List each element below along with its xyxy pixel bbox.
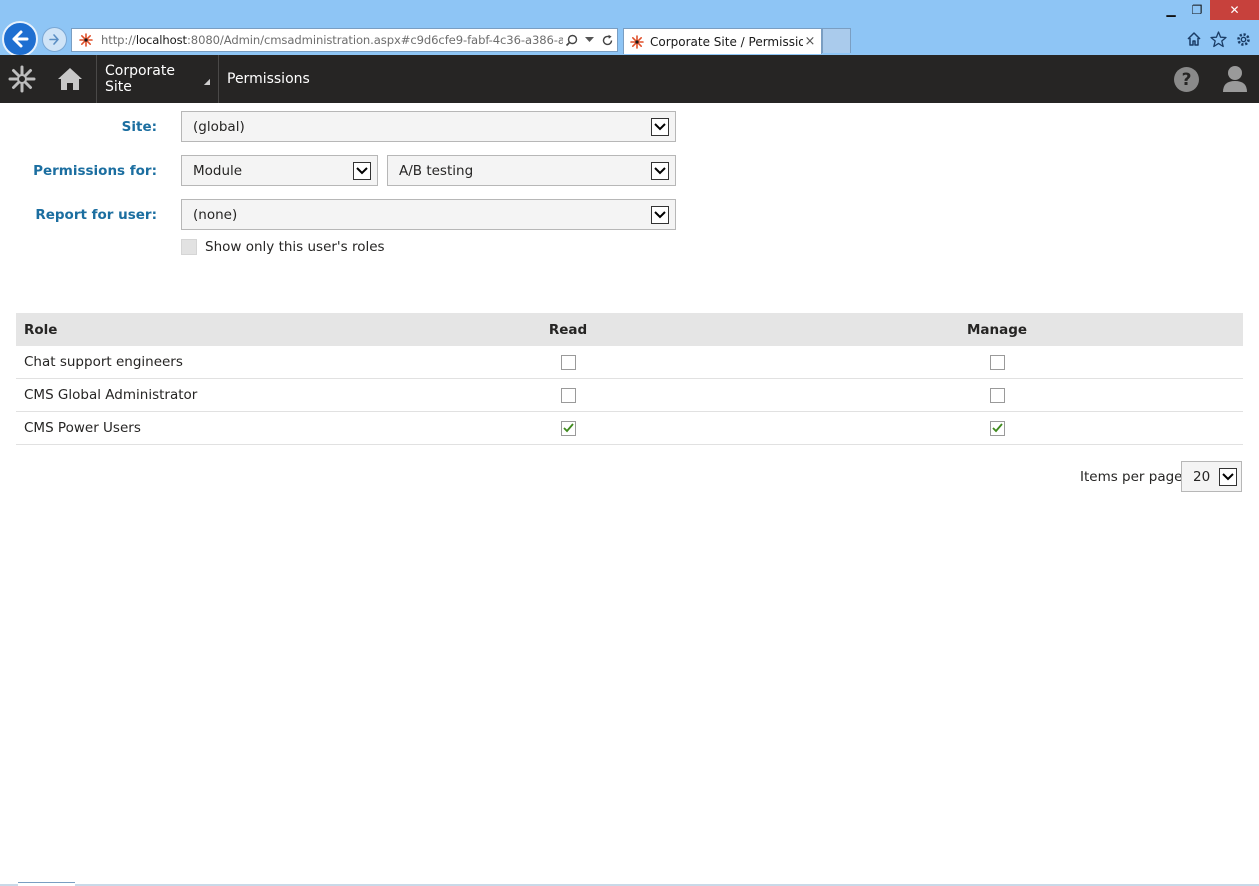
read-cell	[446, 387, 690, 403]
kentico-favicon-icon	[79, 33, 93, 47]
column-header-read: Read	[548, 321, 588, 338]
favorites-star-icon[interactable]	[1208, 29, 1228, 49]
manage-cell	[875, 420, 1119, 436]
site-select[interactable]: (global)	[181, 111, 676, 142]
caret-down-icon: ◢	[203, 76, 210, 86]
column-header-manage: Manage	[966, 321, 1028, 338]
items-per-page-value: 20	[1193, 468, 1211, 485]
address-url: http://localhost:8080/Admin/cmsadministr…	[101, 33, 563, 47]
role-name: Chat support engineers	[24, 354, 183, 370]
tab-title: Corporate Site / Permissions	[650, 34, 803, 49]
back-button[interactable]	[2, 21, 38, 57]
table-row: CMS Power Users	[16, 412, 1243, 445]
address-bar[interactable]: http://localhost:8080/Admin/cmsadministr…	[71, 28, 618, 52]
forward-button[interactable]	[42, 27, 67, 52]
report-user-value: (none)	[193, 206, 238, 223]
site-select-value: (global)	[193, 118, 245, 135]
search-icon[interactable]	[563, 32, 579, 48]
status-tab	[18, 882, 75, 886]
browser-tab-active[interactable]: Corporate Site / Permissions ×	[623, 28, 822, 54]
report-user-select[interactable]: (none)	[181, 199, 676, 230]
browser-chrome: http://localhost:8080/Admin/cmsadministr…	[0, 0, 1259, 57]
role-name: CMS Power Users	[24, 420, 141, 436]
refresh-icon[interactable]	[599, 32, 615, 48]
app-title[interactable]: Permissions	[219, 55, 318, 103]
window-minimize-button[interactable]: ▁	[1158, 0, 1184, 20]
read-cell	[446, 420, 690, 436]
permissions-grid: Role Read Manage Chat support engineers C…	[16, 313, 1243, 445]
kentico-favicon-icon	[630, 34, 644, 49]
read-cell	[446, 354, 690, 370]
tab-close-icon[interactable]: ×	[803, 34, 817, 49]
show-only-user-roles-checkbox[interactable]	[181, 239, 197, 255]
read-permission-checkbox[interactable]	[560, 420, 576, 436]
chevron-down-icon	[353, 161, 371, 180]
show-only-user-roles-label: Show only this user's roles	[205, 239, 385, 255]
arrow-right-icon	[49, 34, 59, 45]
permissions-for-label: Permissions for:	[33, 163, 157, 179]
chevron-down-icon	[1219, 467, 1237, 486]
manage-permission-checkbox[interactable]	[989, 420, 1005, 436]
manage-cell	[875, 387, 1119, 403]
site-label: Site:	[121, 119, 157, 135]
site-selector[interactable]: Corporate Site ◢	[97, 55, 218, 103]
manage-cell	[875, 354, 1119, 370]
chevron-down-icon	[651, 205, 669, 224]
dropdown-arrow-icon[interactable]	[581, 32, 597, 48]
home-icon[interactable]	[1184, 29, 1204, 49]
column-header-role: Role	[24, 321, 58, 338]
manage-permission-checkbox[interactable]	[989, 387, 1005, 403]
arrow-left-icon	[12, 30, 29, 48]
report-for-user-label: Report for user:	[35, 207, 157, 223]
app-header: Corporate Site ◢ Permissions ?	[0, 55, 1259, 103]
items-per-page-label: Items per page	[1080, 469, 1183, 485]
permissions-type-value: Module	[193, 162, 243, 179]
read-permission-checkbox[interactable]	[560, 387, 576, 403]
home-button[interactable]	[44, 55, 96, 103]
user-menu-icon[interactable]	[1222, 65, 1248, 93]
chevron-down-icon	[651, 161, 669, 180]
role-name: CMS Global Administrator	[24, 387, 198, 403]
grid-body: Chat support engineers CMS Global Adminis…	[16, 346, 1243, 445]
grid-header: Role Read Manage	[16, 313, 1243, 346]
new-tab-button[interactable]	[822, 28, 851, 53]
permissions-module-select[interactable]: A/B testing	[387, 155, 676, 186]
items-per-page-select[interactable]: 20	[1181, 461, 1242, 492]
manage-permission-checkbox[interactable]	[989, 354, 1005, 370]
window-close-button[interactable]: ✕	[1210, 0, 1259, 20]
help-icon[interactable]: ?	[1174, 67, 1199, 92]
read-permission-checkbox[interactable]	[560, 354, 576, 370]
kentico-logo-icon[interactable]	[0, 55, 44, 103]
permissions-module-value: A/B testing	[399, 162, 474, 179]
settings-gear-icon[interactable]	[1233, 29, 1253, 49]
window-restore-button[interactable]: ❐	[1184, 0, 1210, 20]
site-name: Corporate Site	[105, 63, 175, 95]
table-row: Chat support engineers	[16, 346, 1243, 379]
house-icon	[58, 68, 82, 90]
permissions-type-select[interactable]: Module	[181, 155, 378, 186]
app-title-label: Permissions	[227, 71, 310, 87]
table-row: CMS Global Administrator	[16, 379, 1243, 412]
chevron-down-icon	[651, 117, 669, 136]
